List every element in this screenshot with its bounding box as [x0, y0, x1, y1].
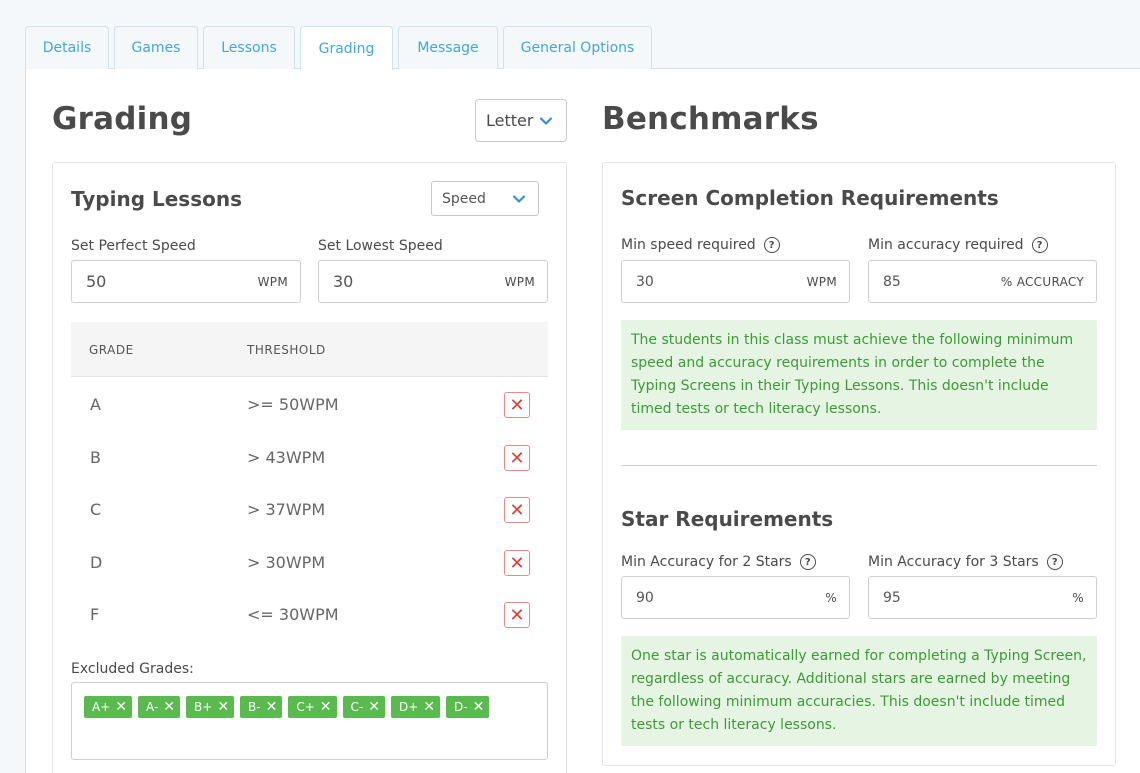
excluded-grade-chip[interactable]: A- ✕ — [138, 696, 181, 718]
min-accuracy-input[interactable]: 85 % ACCURACY — [868, 260, 1097, 303]
excluded-grade-chip[interactable]: B+ ✕ — [186, 696, 235, 718]
excluded-grade-chip[interactable]: C- ✕ — [342, 696, 385, 718]
delete-grade-button[interactable]: ✕ — [504, 445, 530, 471]
tab-bar: Details Games Lessons Grading Message Ge… — [25, 26, 657, 70]
star-requirements-title: Star Requirements — [621, 507, 834, 531]
tab-lessons[interactable]: Lessons — [203, 26, 295, 69]
grade-table-header: GRADE THRESHOLD — [71, 322, 548, 377]
excluded-grade-chip[interactable]: D- ✕ — [446, 696, 490, 718]
lowest-speed-value: 30 — [333, 272, 354, 291]
excluded-grade-chip[interactable]: C+ ✕ — [288, 696, 337, 718]
three-stars-value: 95 — [883, 589, 901, 606]
min-speed-label: Min speed required ? — [621, 237, 780, 253]
grading-metric-select[interactable]: Speed — [431, 181, 539, 216]
benchmarks-title: Benchmarks — [602, 101, 819, 137]
min-accuracy-unit: % ACCURACY — [1000, 274, 1084, 289]
close-icon[interactable]: ✕ — [266, 699, 278, 715]
threshold-cell: > 30WPM — [247, 553, 326, 572]
close-icon[interactable]: ✕ — [368, 699, 380, 715]
threshold-cell: > 37WPM — [247, 500, 326, 519]
tab-games[interactable]: Games — [114, 26, 198, 69]
three-stars-label: Min Accuracy for 3 Stars ? — [868, 554, 1063, 570]
min-accuracy-value: 85 — [883, 273, 901, 290]
table-row: A >= 50WPM ✕ — [71, 378, 548, 431]
question-circle-icon[interactable]: ? — [799, 554, 816, 570]
min-speed-input[interactable]: 30 WPM — [621, 260, 850, 303]
threshold-cell: >= 50WPM — [247, 395, 339, 414]
close-icon[interactable]: ✕ — [115, 699, 127, 715]
excluded-grades-input[interactable]: A+ ✕ A- ✕ B+ ✕ B- ✕ C+ ✕ C- ✕ D+ ✕ D- ✕ — [71, 682, 548, 760]
close-icon: ✕ — [509, 447, 525, 469]
screen-completion-title: Screen Completion Requirements — [621, 186, 999, 210]
two-stars-label: Min Accuracy for 2 Stars ? — [621, 554, 816, 570]
question-circle-icon[interactable]: ? — [763, 237, 780, 253]
two-stars-unit: % — [825, 590, 837, 605]
table-row: B > 43WPM ✕ — [71, 431, 548, 484]
table-row: D > 30WPM ✕ — [71, 536, 548, 589]
grade-cell: F — [90, 605, 100, 624]
excluded-grades-label: Excluded Grades: — [71, 661, 194, 677]
tab-general-options[interactable]: General Options — [503, 26, 652, 69]
grading-title: Grading — [52, 101, 193, 137]
tab-grading[interactable]: Grading — [300, 26, 393, 70]
close-icon[interactable]: ✕ — [473, 699, 485, 715]
min-speed-unit: WPM — [806, 274, 837, 289]
question-circle-icon[interactable]: ? — [1046, 554, 1063, 570]
perfect-speed-input[interactable]: 50 WPM — [71, 260, 301, 303]
lowest-speed-label: Set Lowest Speed — [318, 238, 443, 254]
grade-cell: B — [90, 448, 101, 467]
delete-grade-button[interactable]: ✕ — [504, 550, 530, 576]
question-circle-icon[interactable]: ? — [1031, 237, 1048, 253]
grade-cell: C — [90, 500, 102, 519]
threshold-cell: <= 30WPM — [247, 605, 339, 624]
grade-cell: D — [90, 553, 103, 572]
delete-grade-button[interactable]: ✕ — [504, 497, 530, 523]
section-divider — [621, 465, 1097, 466]
typing-lessons-title: Typing Lessons — [71, 187, 242, 211]
grading-scale-select[interactable]: Letter — [475, 99, 567, 142]
delete-grade-button[interactable]: ✕ — [504, 602, 530, 628]
two-stars-value: 90 — [636, 589, 654, 606]
threshold-cell: > 43WPM — [247, 448, 326, 467]
close-icon[interactable]: ✕ — [217, 699, 229, 715]
perfect-speed-label: Set Perfect Speed — [71, 238, 196, 254]
perfect-speed-unit: WPM — [257, 274, 288, 289]
excluded-grade-chip[interactable]: D+ ✕ — [390, 696, 440, 718]
screen-completion-note: The students in this class must achieve … — [621, 320, 1097, 430]
grade-cell: A — [90, 395, 101, 414]
table-row: F <= 30WPM ✕ — [71, 588, 548, 641]
three-stars-input[interactable]: 95 % — [868, 576, 1097, 619]
close-icon: ✕ — [509, 604, 525, 626]
min-speed-value: 30 — [636, 273, 654, 290]
excluded-grade-chip[interactable]: B- ✕ — [240, 696, 283, 718]
chevron-down-icon — [540, 116, 553, 125]
star-requirements-note: One star is automatically earned for com… — [621, 636, 1097, 746]
three-stars-unit: % — [1072, 590, 1084, 605]
lowest-speed-unit: WPM — [504, 274, 535, 289]
grading-metric-value: Speed — [442, 190, 486, 207]
close-icon[interactable]: ✕ — [423, 699, 435, 715]
tab-message[interactable]: Message — [398, 26, 498, 69]
close-icon[interactable]: ✕ — [320, 699, 332, 715]
chevron-down-icon — [512, 194, 526, 203]
two-stars-input[interactable]: 90 % — [621, 576, 850, 619]
threshold-column-header: THRESHOLD — [247, 343, 326, 357]
min-accuracy-label: Min accuracy required ? — [868, 237, 1048, 253]
lowest-speed-input[interactable]: 30 WPM — [318, 260, 548, 303]
close-icon[interactable]: ✕ — [163, 699, 175, 715]
tab-details[interactable]: Details — [25, 26, 109, 69]
excluded-grade-chip[interactable]: A+ ✕ — [84, 696, 132, 718]
table-row: C > 37WPM ✕ — [71, 483, 548, 536]
perfect-speed-value: 50 — [86, 272, 107, 291]
close-icon: ✕ — [509, 499, 525, 521]
delete-grade-button[interactable]: ✕ — [504, 392, 530, 418]
grade-column-header: GRADE — [89, 343, 134, 357]
close-icon: ✕ — [509, 394, 525, 416]
grading-scale-value: Letter — [486, 111, 534, 130]
close-icon: ✕ — [509, 552, 525, 574]
